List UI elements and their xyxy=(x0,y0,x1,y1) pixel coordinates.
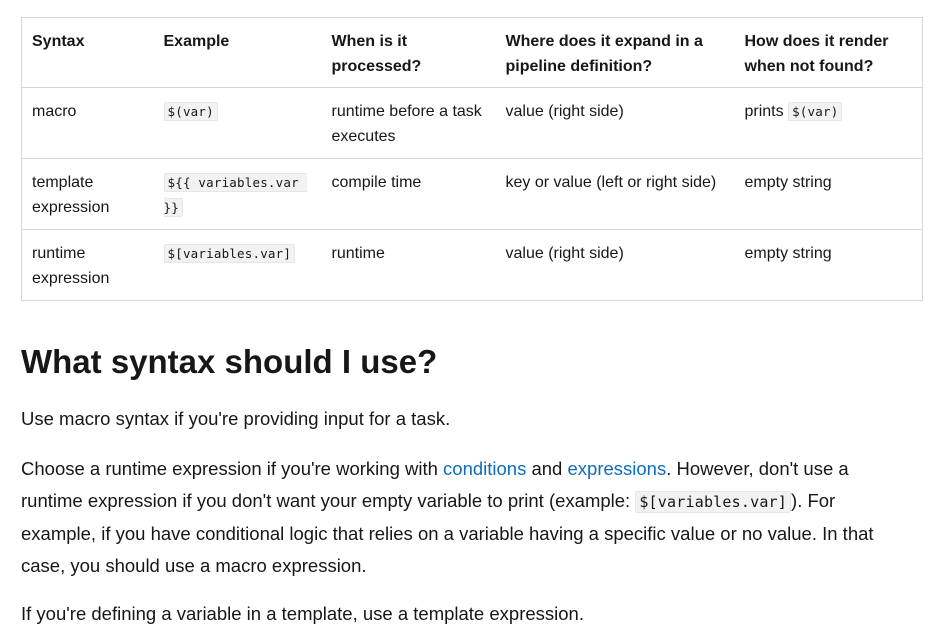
expressions-link[interactable]: expressions xyxy=(568,458,667,479)
cell-where: value (right side) xyxy=(495,87,735,159)
cell-when: runtime before a task executes xyxy=(321,87,496,159)
cell-example: $(var) xyxy=(153,87,322,159)
column-header-when: When is it processed? xyxy=(321,17,496,88)
cell-when: compile time xyxy=(321,158,496,230)
paragraph-macro-advice: Use macro syntax if you're providing inp… xyxy=(21,408,451,429)
column-header-example: Example xyxy=(153,17,322,88)
cell-syntax: runtime expression xyxy=(21,229,154,301)
cell-example: ${{ variables.var }} xyxy=(153,158,322,230)
cell-syntax: template expression xyxy=(21,158,154,230)
table-row: runtime expression $[variables.var] runt… xyxy=(21,229,923,301)
render-code: $(var) xyxy=(788,102,843,121)
table-header-row: Syntax Example When is it processed? Whe… xyxy=(21,17,923,88)
table-row: macro $(var) runtime before a task execu… xyxy=(21,87,923,159)
cell-render: prints $(var) xyxy=(734,87,923,159)
render-text: prints xyxy=(744,103,784,120)
table-row: template expression ${{ variables.var }}… xyxy=(21,158,923,230)
cell-example: $[variables.var] xyxy=(153,229,322,301)
column-header-where: Where does it expand in a pipeline defin… xyxy=(495,17,735,88)
column-header-syntax: Syntax xyxy=(21,17,154,88)
conditions-link[interactable]: conditions xyxy=(443,458,526,479)
cell-where: key or value (left or right side) xyxy=(495,158,735,230)
column-header-render: How does it render when not found? xyxy=(734,17,923,88)
syntax-comparison-table-container: Syntax Example When is it processed? Whe… xyxy=(21,17,923,301)
example-code: $[variables.var] xyxy=(163,244,296,263)
paragraph-runtime-advice: Choose a runtime expression if you're wo… xyxy=(21,453,911,582)
paragraph-text: Choose a runtime expression if you're wo… xyxy=(21,458,444,479)
cell-when: runtime xyxy=(321,229,496,301)
paragraph-template-advice: If you're defining a variable in a templ… xyxy=(21,603,584,624)
example-code: $(var) xyxy=(163,102,218,121)
syntax-comparison-table: Syntax Example When is it processed? Whe… xyxy=(21,17,923,301)
cell-where: value (right side) xyxy=(495,229,735,301)
example-code: ${{ variables.var }} xyxy=(163,173,307,217)
section-heading: What syntax should I use? xyxy=(21,343,438,380)
paragraph-text: and xyxy=(526,458,568,479)
cell-syntax: macro xyxy=(21,87,154,159)
cell-render: empty string xyxy=(734,158,923,230)
inline-code: $[variables.var] xyxy=(635,491,792,513)
cell-render: empty string xyxy=(734,229,923,301)
